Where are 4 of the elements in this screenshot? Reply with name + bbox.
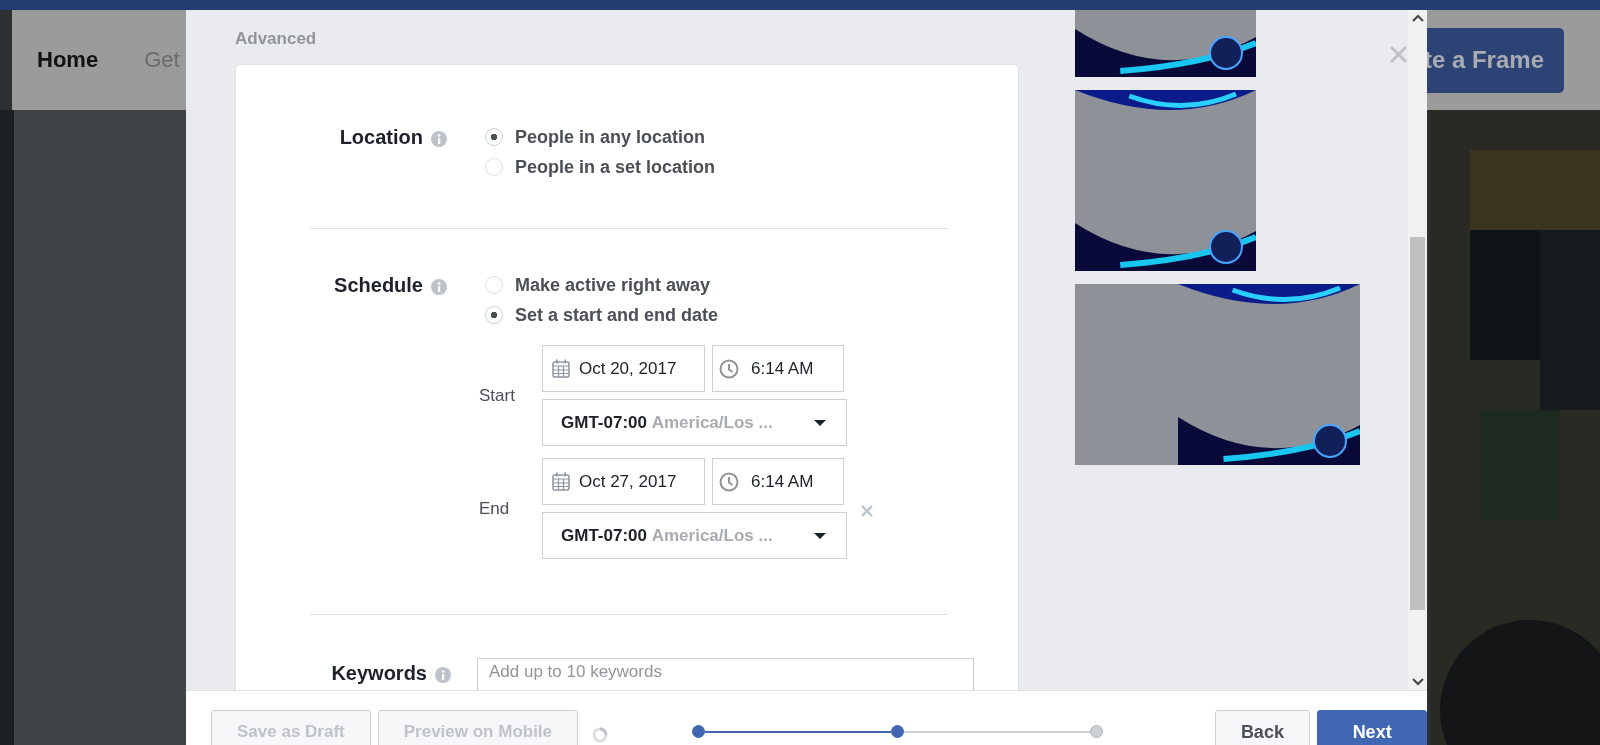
nav-link[interactable]: Home bbox=[37, 47, 99, 73]
scroll-up-icon[interactable] bbox=[1412, 14, 1424, 23]
section-title: Advanced bbox=[235, 28, 318, 50]
close-icon[interactable] bbox=[1390, 46, 1407, 63]
